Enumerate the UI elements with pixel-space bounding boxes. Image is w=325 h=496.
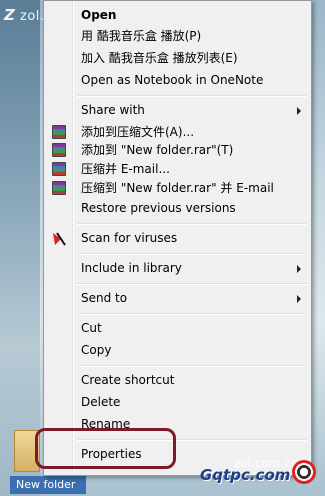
- submenu-arrow-icon: [297, 107, 301, 115]
- menu-item-play-kuwo[interactable]: 用 酷我音乐盒 播放(P): [46, 25, 309, 47]
- menu-item-label: Copy: [81, 343, 112, 357]
- menu-item-open-onenote[interactable]: Open as Notebook in OneNote: [46, 69, 309, 91]
- menu-item-label: 加入 酷我音乐盒 播放列表(E): [81, 51, 238, 65]
- menu-item-open[interactable]: Open: [46, 4, 309, 26]
- watermark-logo-icon: [292, 460, 316, 484]
- menu-item-label: Create shortcut: [81, 373, 175, 387]
- watermark-bottom: zol.com.cn Gqtpc.com: [200, 456, 322, 492]
- menu-item-share-with[interactable]: Share with: [46, 99, 309, 121]
- properties-highlight-ring: [35, 428, 176, 469]
- menu-item-compress-rar-email[interactable]: 压缩到 "New folder.rar" 并 E-mail: [46, 177, 309, 199]
- menu-item-cut[interactable]: Cut: [46, 317, 309, 339]
- submenu-arrow-icon: [297, 295, 301, 303]
- folder-caption[interactable]: New folder: [10, 476, 86, 494]
- menu-item-label: 压缩到 "New folder.rar" 并 E-mail: [81, 181, 274, 195]
- menu-separator: [77, 253, 307, 255]
- menu-item-include-in-library[interactable]: Include in library: [46, 257, 309, 279]
- winrar-icon: [52, 162, 66, 176]
- winrar-icon: [52, 181, 66, 195]
- menu-item-label: 用 酷我音乐盒 播放(P): [81, 29, 202, 43]
- winrar-icon: [52, 143, 66, 157]
- menu-item-create-shortcut[interactable]: Create shortcut: [46, 369, 309, 391]
- menu-item-label: Share with: [81, 103, 145, 117]
- menu-item-restore-previous-versions[interactable]: Restore previous versions: [46, 197, 309, 219]
- menu-item-send-to[interactable]: Send to: [46, 287, 309, 309]
- menu-item-label: Restore previous versions: [81, 201, 236, 215]
- watermark-mark: Z: [4, 6, 16, 24]
- menu-item-delete[interactable]: Delete: [46, 391, 309, 413]
- menu-item-scan-viruses[interactable]: Scan for viruses: [46, 227, 309, 249]
- menu-separator: [77, 313, 307, 315]
- menu-separator: [77, 365, 307, 367]
- menu-item-label: Send to: [81, 291, 128, 305]
- menu-item-label: Open as Notebook in OneNote: [81, 73, 264, 87]
- menu-separator: [77, 95, 307, 97]
- menu-item-label: Scan for viruses: [81, 231, 178, 245]
- menu-item-label: Delete: [81, 395, 121, 409]
- menu-separator: [77, 283, 307, 285]
- context-menu: Open 用 酷我音乐盒 播放(P) 加入 酷我音乐盒 播放列表(E) Open…: [43, 0, 312, 476]
- menu-item-label: Include in library: [81, 261, 182, 275]
- desktop-background: [0, 0, 40, 496]
- menu-item-add-kuwo-playlist[interactable]: 加入 酷我音乐盒 播放列表(E): [46, 47, 309, 69]
- winrar-icon: [52, 125, 66, 139]
- menu-item-copy[interactable]: Copy: [46, 339, 309, 361]
- antivirus-icon: [52, 231, 66, 246]
- menu-item-label: Open: [81, 8, 117, 22]
- menu-separator: [77, 223, 307, 225]
- menu-item-label: Cut: [81, 321, 102, 335]
- submenu-arrow-icon: [297, 265, 301, 273]
- watermark-bottom-text: Gqtpc.com: [200, 466, 291, 484]
